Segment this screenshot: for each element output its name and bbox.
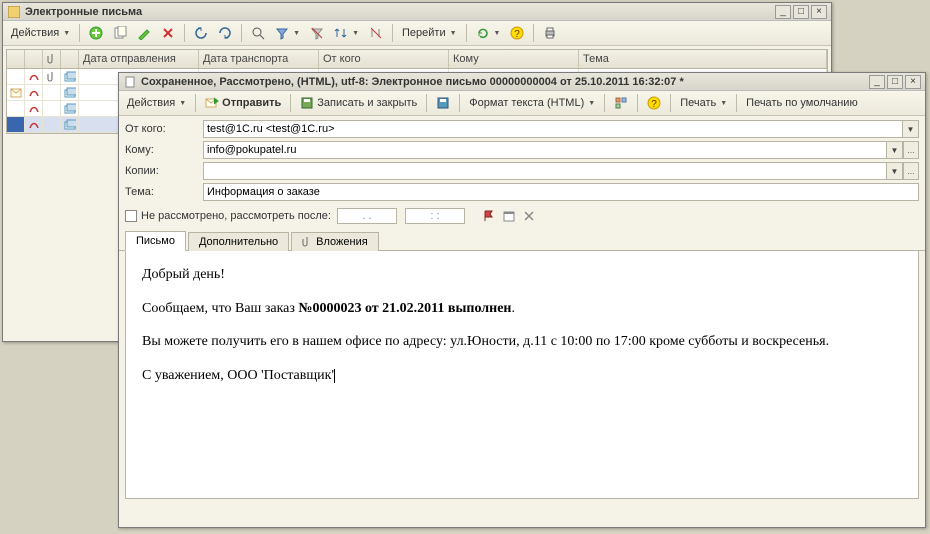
actions-menu[interactable]: Действия▼ — [123, 93, 190, 113]
from-dropdown-button[interactable]: ▼ — [903, 120, 919, 138]
add-button[interactable] — [85, 23, 107, 43]
subject-label: Тема: — [125, 186, 203, 198]
tab-attachments[interactable]: Вложения — [291, 232, 379, 251]
body-p4: С уважением, ООО 'Поставщик' — [142, 366, 902, 386]
from-field[interactable]: test@1C.ru <test@1C.ru> — [203, 120, 903, 138]
subject-field[interactable]: Информация о заказе — [203, 183, 919, 201]
refresh-left-button[interactable] — [190, 23, 212, 43]
minimize-button[interactable]: _ — [775, 5, 791, 19]
col-from[interactable]: От кого — [319, 50, 449, 68]
minimize-button[interactable]: _ — [869, 75, 885, 89]
not-reviewed-checkbox[interactable] — [125, 210, 137, 222]
help-button[interactable]: ? — [643, 93, 665, 113]
find-button[interactable] — [247, 23, 269, 43]
structure-button[interactable] — [610, 93, 632, 113]
compose-titlebar: Сохраненное, Рассмотрено, (HTML), utf-8:… — [119, 73, 925, 91]
actions-menu[interactable]: Действия▼ — [7, 23, 74, 43]
compose-tabs: Письмо Дополнительно Вложения — [119, 230, 925, 251]
calendar-icon[interactable] — [501, 208, 517, 224]
body-p2: Сообщаем, что Ваш заказ №0000023 от 21.0… — [142, 299, 902, 319]
maximize-button[interactable]: □ — [793, 5, 809, 19]
review-date-field[interactable]: . . — [337, 208, 397, 224]
header-fields: От кого: test@1C.ru <test@1C.ru> ▼ Кому:… — [119, 116, 925, 206]
app-icon — [7, 5, 21, 19]
edit-button[interactable] — [133, 23, 155, 43]
compose-window: Сохраненное, Рассмотрено, (HTML), utf-8:… — [118, 72, 926, 528]
list-toolbar: Действия▼ ▼ ▼ Перейти▼ ▼ ? — [3, 21, 831, 46]
col-attach-icon[interactable] — [43, 50, 61, 68]
grid-header: Дата отправления Дата транспорта От кого… — [7, 50, 827, 69]
doc-icon — [123, 75, 137, 89]
print-button[interactable] — [539, 23, 561, 43]
review-row: Не рассмотрено, рассмотреть после: . . :… — [119, 206, 925, 228]
svg-text:?: ? — [651, 99, 657, 110]
to-dropdown-button[interactable]: ▼ — [887, 141, 903, 159]
reload-button[interactable]: ▼ — [472, 23, 505, 43]
from-label: От кого: — [125, 123, 203, 135]
text-cursor — [334, 369, 335, 383]
col-subject[interactable]: Тема — [579, 50, 827, 68]
body-p3: Вы можете получить его в нашем офисе по … — [142, 332, 902, 352]
refresh-right-button[interactable] — [214, 23, 236, 43]
col-sent-date[interactable]: Дата отправления — [79, 50, 199, 68]
print-default-button[interactable]: Печать по умолчанию — [742, 93, 862, 113]
help-button[interactable]: ? — [506, 23, 528, 43]
col-transport-date[interactable]: Дата транспорта — [199, 50, 319, 68]
tab-body[interactable]: Письмо — [125, 231, 186, 251]
tab-extra[interactable]: Дополнительно — [188, 232, 289, 251]
message-body[interactable]: Добрый день! Сообщаем, что Ваш заказ №00… — [125, 251, 919, 499]
filter-button[interactable]: ▼ — [271, 23, 304, 43]
svg-text:?: ? — [515, 29, 521, 40]
to-select-button[interactable]: … — [903, 141, 919, 159]
sort-off-button[interactable] — [365, 23, 387, 43]
send-button[interactable]: Отправить — [201, 93, 285, 113]
cc-dropdown-button[interactable]: ▼ — [887, 162, 903, 180]
delete-mark-button[interactable] — [157, 23, 179, 43]
list-titlebar: Электронные письма _ □ × — [3, 3, 831, 21]
compose-toolbar: Действия▼ Отправить Записать и закрыть Ф… — [119, 91, 925, 116]
list-window-title: Электронные письма — [25, 6, 775, 18]
flag-icon[interactable] — [481, 208, 497, 224]
to-label: Кому: — [125, 144, 203, 156]
filter-off-button[interactable] — [306, 23, 328, 43]
col-to[interactable]: Кому — [449, 50, 579, 68]
cc-select-button[interactable]: … — [903, 162, 919, 180]
clear-icon[interactable] — [521, 208, 537, 224]
save-button[interactable] — [432, 93, 454, 113]
close-button[interactable]: × — [905, 75, 921, 89]
print-menu[interactable]: Печать▼ — [676, 93, 731, 113]
body-p1: Добрый день! — [142, 265, 902, 285]
goto-menu[interactable]: Перейти▼ — [398, 23, 461, 43]
review-label: Не рассмотрено, рассмотреть после: — [141, 210, 331, 222]
sort-button[interactable]: ▼ — [330, 23, 363, 43]
close-button[interactable]: × — [811, 5, 827, 19]
cc-field[interactable] — [203, 162, 887, 180]
copy-button[interactable] — [109, 23, 131, 43]
format-menu[interactable]: Формат текста (HTML)▼ — [465, 93, 599, 113]
paperclip-icon — [302, 236, 312, 248]
save-close-button[interactable]: Записать и закрыть — [296, 93, 421, 113]
compose-window-title: Сохраненное, Рассмотрено, (HTML), utf-8:… — [141, 76, 869, 88]
maximize-button[interactable]: □ — [887, 75, 903, 89]
to-field[interactable]: info@pokupatel.ru — [203, 141, 887, 159]
review-time-field[interactable]: : : — [405, 208, 465, 224]
cc-label: Копии: — [125, 165, 203, 177]
